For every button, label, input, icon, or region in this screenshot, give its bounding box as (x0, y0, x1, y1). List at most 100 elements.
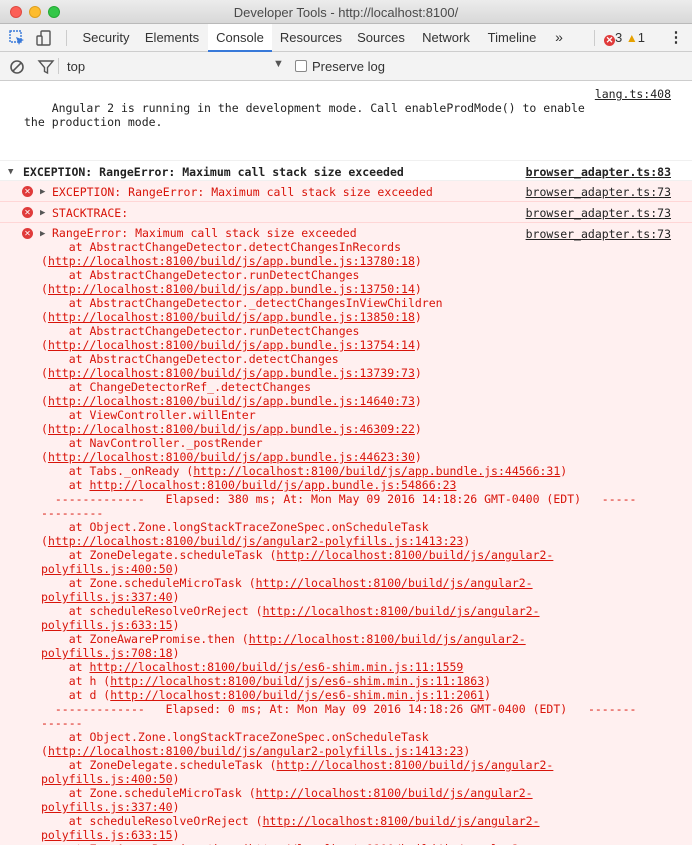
preserve-log-checkbox[interactable] (295, 60, 307, 72)
exception-header-text: EXCEPTION: RangeError: Maximum call stac… (23, 165, 404, 179)
stack-link[interactable]: http://localhost:8100/build/js/app.bundl… (48, 254, 415, 268)
more-tabs-button[interactable]: » (550, 24, 568, 51)
error-message-text: EXCEPTION: RangeError: Maximum call stac… (52, 185, 433, 199)
stack-trace-line: (http://localhost:8100/build/js/app.bund… (41, 282, 422, 296)
stack-trace-line: at AbstractChangeDetector.runDetectChang… (41, 324, 360, 338)
tab-elements[interactable]: Elements (139, 24, 205, 51)
warning-icon: ▲ (625, 31, 638, 45)
stack-link[interactable]: http://localhost:8100/build/js/app.bundl… (48, 282, 415, 296)
tab-network[interactable]: Network (414, 24, 478, 51)
stack-link[interactable]: http://localhost:8100/build/js/app.bundl… (89, 478, 456, 492)
stack-link[interactable]: http://localhost:8100/build/js/angular2-… (48, 534, 463, 548)
context-dropdown-icon[interactable]: ▼ (273, 58, 284, 70)
stack-trace-line: at AbstractChangeDetector._detectChanges… (41, 296, 443, 310)
stack-trace-line: at AbstractChangeDetector.detectChangesI… (41, 240, 402, 254)
console-error-row[interactable]: ✕ ▶ EXCEPTION: RangeError: Maximum call … (0, 181, 692, 202)
stack-trace-line: at scheduleResolveOrReject (http://local… (41, 814, 540, 828)
device-mode-icon[interactable] (35, 29, 53, 47)
stack-link[interactable]: http://localhost:8100/build/js/app.bundl… (48, 338, 415, 352)
stack-link[interactable]: polyfills.js:708:18 (41, 646, 173, 660)
stack-link[interactable]: http://localhost:8100/build/js/es6-shim.… (110, 674, 484, 688)
stack-trace-line: (http://localhost:8100/build/js/app.bund… (41, 450, 422, 464)
devtools-toolbar: Security Elements Console Resources Sour… (0, 24, 692, 52)
window-title: Developer Tools - http://localhost:8100/ (233, 5, 459, 20)
stack-link[interactable]: http://localhost:8100/build/js/app.bundl… (48, 422, 415, 436)
stack-link[interactable]: http://localhost:8100/build/js/angular2- (263, 604, 540, 618)
window-titlebar: Developer Tools - http://localhost:8100/ (0, 0, 692, 24)
stack-link[interactable]: http://localhost:8100/build/js/es6-shim.… (110, 688, 484, 702)
error-warning-counter[interactable]: ✕ 3 ▲1 (604, 24, 645, 51)
stack-link[interactable]: http://localhost:8100/build/js/angular2- (249, 632, 526, 646)
stack-trace-line: at ChangeDetectorRef_.detectChanges (41, 380, 312, 394)
tab-timeline[interactable]: Timeline (480, 24, 544, 51)
source-link[interactable]: browser_adapter.ts:73 (526, 206, 671, 220)
info-message-text: Angular 2 is running in the development … (24, 101, 585, 129)
stack-link[interactable]: http://localhost:8100/build/js/angular2- (256, 576, 533, 590)
stack-trace-line: at Zone.scheduleMicroTask (http://localh… (41, 576, 533, 590)
cursor-inspect-icon[interactable] (8, 29, 26, 47)
stack-link[interactable]: http://localhost:8100/build/js/angular2- (276, 548, 553, 562)
stack-trace-line: (http://localhost:8100/build/js/app.bund… (41, 310, 422, 324)
stack-trace-line: at http://localhost:8100/build/js/app.bu… (41, 478, 457, 492)
stack-trace-line: at ZoneDelegate.scheduleTask (http://loc… (41, 758, 554, 772)
stack-trace-line: polyfills.js:337:40) (41, 590, 180, 604)
source-link[interactable]: browser_adapter.ts:73 (526, 227, 671, 241)
tab-security[interactable]: Security (75, 24, 137, 51)
expand-arrow-icon[interactable]: ▶ (40, 227, 45, 241)
filter-icon[interactable] (37, 58, 55, 76)
stack-trace-line: at Object.Zone.longStackTraceZoneSpec.on… (41, 730, 429, 744)
error-icon: ✕ (22, 228, 33, 239)
stack-link[interactable]: polyfills.js:337:40 (41, 800, 173, 814)
stack-link[interactable]: polyfills.js:633:15 (41, 828, 173, 842)
tab-console[interactable]: Console (208, 24, 272, 52)
stack-trace-line: at h (http://localhost:8100/build/js/es6… (41, 674, 492, 688)
expand-arrow-icon[interactable]: ▶ (40, 206, 45, 220)
devtools-menu-icon[interactable]: ⋮ (668, 24, 684, 51)
context-selector[interactable]: top (67, 59, 85, 74)
source-link[interactable]: browser_adapter.ts:83 (526, 165, 671, 179)
clear-console-icon[interactable] (8, 58, 26, 76)
stack-trace-line: at Tabs._onReady (http://localhost:8100/… (41, 464, 568, 478)
stack-trace-line: polyfills.js:337:40) (41, 800, 180, 814)
tab-sources[interactable]: Sources (350, 24, 412, 51)
console-output: Angular 2 is running in the development … (0, 81, 692, 845)
toolbar-divider (594, 30, 595, 46)
stack-link[interactable]: http://localhost:8100/build/js/app.bundl… (48, 450, 415, 464)
source-link[interactable]: browser_adapter.ts:73 (526, 185, 671, 199)
console-error-row[interactable]: ✕ ▶ STACKTRACE: browser_adapter.ts:73 (0, 202, 692, 223)
stack-link[interactable]: http://localhost:8100/build/js/app.bundl… (48, 310, 415, 324)
exception-group-header[interactable]: ▼ EXCEPTION: RangeError: Maximum call st… (0, 161, 692, 181)
expand-arrow-icon[interactable]: ▶ (40, 185, 45, 199)
stack-trace-line: at ZoneDelegate.scheduleTask (http://loc… (41, 548, 554, 562)
stack-trace-line: (http://localhost:8100/build/js/app.bund… (41, 366, 422, 380)
stack-trace-line: polyfills.js:633:15) (41, 618, 180, 632)
stack-trace-line: (http://localhost:8100/build/js/app.bund… (41, 422, 422, 436)
stack-link[interactable]: http://localhost:8100/build/js/app.bundl… (48, 366, 415, 380)
stack-trace-line: (http://localhost:8100/build/js/angular2… (41, 744, 471, 758)
stack-link[interactable]: http://localhost:8100/build/js/app.bundl… (48, 394, 415, 408)
stack-link[interactable]: http://localhost:8100/build/js/angular2-… (48, 744, 463, 758)
stack-link[interactable]: polyfills.js:337:40 (41, 590, 173, 604)
stack-link[interactable]: http://localhost:8100/build/js/angular2- (276, 758, 553, 772)
stack-trace-line: (http://localhost:8100/build/js/angular2… (41, 534, 471, 548)
stack-link[interactable]: polyfills.js:400:50 (41, 772, 173, 786)
stack-trace-line: polyfills.js:400:50) (41, 772, 180, 786)
error-message-text: STACKTRACE: (52, 206, 129, 220)
stack-link[interactable]: http://localhost:8100/build/js/angular2- (263, 814, 540, 828)
console-error-stacktrace: ✕ ▶ browser_adapter.ts:73 RangeError: Ma… (0, 223, 692, 845)
stack-trace-line: ------ (41, 716, 83, 730)
collapse-arrow-icon[interactable]: ▼ (8, 165, 13, 179)
error-icon: ✕ (604, 35, 615, 46)
stack-trace-line: at Zone.scheduleMicroTask (http://localh… (41, 786, 533, 800)
toolbar-divider (66, 30, 67, 46)
source-link[interactable]: lang.ts:408 (595, 87, 671, 101)
stack-link[interactable]: http://localhost:8100/build/js/angular2- (256, 786, 533, 800)
warning-count: 1 (637, 30, 645, 45)
stack-link[interactable]: polyfills.js:400:50 (41, 562, 173, 576)
stack-trace-line: polyfills.js:400:50) (41, 562, 180, 576)
stack-link[interactable]: http://localhost:8100/build/js/es6-shim.… (89, 660, 463, 674)
preserve-log-label: Preserve log (312, 59, 385, 74)
stack-link[interactable]: polyfills.js:633:15 (41, 618, 173, 632)
tab-resources[interactable]: Resources (274, 24, 348, 51)
stack-link[interactable]: http://localhost:8100/build/js/app.bundl… (193, 464, 560, 478)
